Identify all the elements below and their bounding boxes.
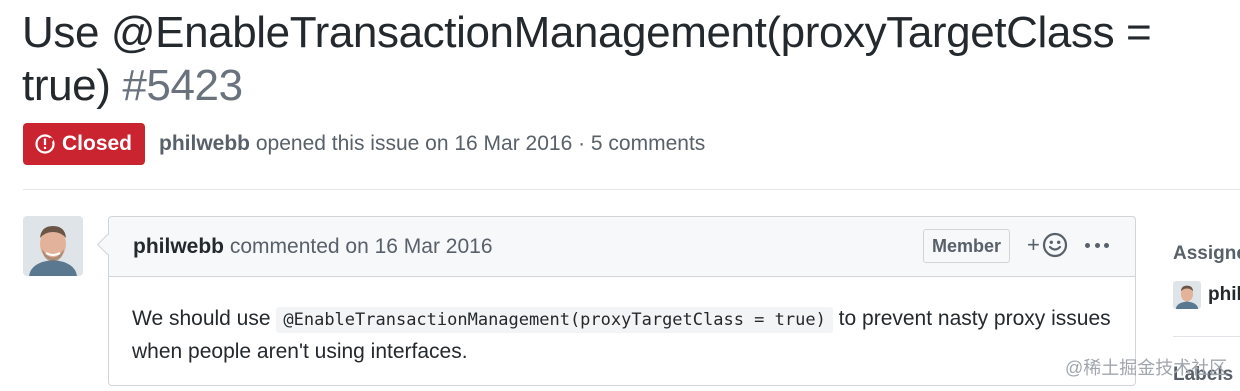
assignee-avatar-image: [1173, 281, 1201, 309]
sidebar-divider: [1173, 336, 1240, 337]
comment-text-start: We should use: [132, 307, 271, 330]
assignee-avatar[interactable]: [1173, 281, 1201, 309]
author-link[interactable]: philwebb: [159, 132, 250, 155]
issue-meta-text: philwebb opened this issue on 16 Mar 201…: [159, 132, 705, 156]
kebab-icon[interactable]: [1085, 237, 1109, 253]
comment-author-link[interactable]: philwebb: [133, 235, 224, 258]
role-badge: Member: [923, 229, 1011, 263]
inline-code: @EnableTransactionManagement(proxyTarget…: [276, 307, 833, 333]
status-badge: Closed: [23, 123, 146, 165]
opened-text: opened this issue on 16 Mar 2016 · 5 com…: [255, 132, 706, 155]
add-reaction-button[interactable]: +: [1027, 232, 1068, 258]
issue-title: Use @EnableTransactionManagement(proxyTa…: [22, 6, 1237, 112]
header-divider: [23, 189, 1240, 190]
avatar[interactable]: [23, 216, 83, 276]
user-avatar-image: [23, 216, 83, 276]
comment-box: philwebb commented on 16 Mar 2016 Member…: [108, 216, 1136, 386]
watermark: @稀土掘金技术社区: [1065, 358, 1228, 378]
assignee-name[interactable]: philwebb: [1208, 284, 1240, 306]
smiley-icon: [1042, 232, 1067, 258]
issue-meta: Closed philwebb opened this issue on 16 …: [23, 123, 705, 165]
comment-date[interactable]: commented on 16 Mar 2016: [230, 235, 493, 258]
plus-icon: +: [1027, 232, 1040, 257]
comment-body: We should use @EnableTransactionManageme…: [109, 277, 1135, 368]
status-label: Closed: [62, 132, 133, 155]
issue-closed-icon: [35, 134, 55, 154]
comment-author-line: philwebb commented on 16 Mar 2016: [133, 235, 493, 259]
issue-number: #5423: [122, 61, 243, 110]
comment-header: philwebb commented on 16 Mar 2016 Member…: [109, 217, 1135, 277]
assignees-heading[interactable]: Assignees: [1173, 243, 1240, 265]
